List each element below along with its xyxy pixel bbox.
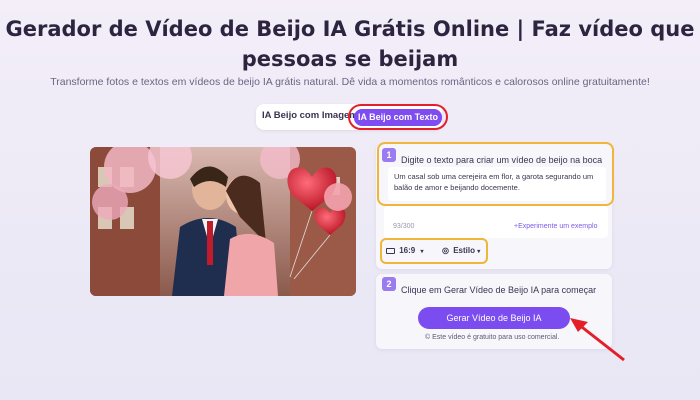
- aspect-ratio-value: 16:9: [399, 246, 416, 255]
- chevron-down-icon: ▾: [420, 249, 424, 255]
- prompt-footer: [384, 206, 608, 238]
- try-example-link[interactable]: +Experimente um exemplo: [514, 223, 597, 230]
- red-arrow-icon: [570, 318, 625, 362]
- style-select[interactable]: ◎ Estilo ▾: [442, 246, 480, 255]
- commercial-use-text: Este vídeo é gratuito para uso comercial…: [432, 334, 560, 341]
- style-label: Estilo: [453, 246, 475, 255]
- tab-image-kiss[interactable]: IA Beijo com Imagem: [262, 110, 358, 121]
- chevron-down-icon: ▾: [477, 249, 481, 255]
- step2-badge: 2: [382, 277, 396, 291]
- page-title: Gerador de Vídeo de Beijo IA Grátis Onli…: [5, 17, 695, 71]
- aspect-ratio-select[interactable]: 16:9 ▾: [386, 246, 424, 255]
- page-subtitle: Transforme fotos e textos em vídeos de b…: [50, 76, 650, 88]
- palette-icon: ◎: [442, 246, 449, 255]
- commercial-use-note: © Este vídeo é gratuito para uso comerci…: [425, 334, 559, 341]
- tab-text-kiss-highlight: IA Beijo com Texto: [348, 104, 448, 130]
- aspect-ratio-icon: [386, 247, 395, 254]
- kiss-preview-image: [90, 147, 356, 296]
- char-count: 93/300: [393, 223, 415, 230]
- prompt-textarea[interactable]: Um casal sob uma cerejeira em flor, a ga…: [388, 167, 606, 201]
- step2-label: Clique em Gerar Vídeo de Beijo IA para c…: [401, 285, 597, 295]
- generate-video-button[interactable]: Gerar Vídeo de Beijo IA: [418, 307, 570, 329]
- copyright-icon: ©: [425, 334, 431, 341]
- tab-text-kiss[interactable]: IA Beijo com Texto: [354, 109, 442, 126]
